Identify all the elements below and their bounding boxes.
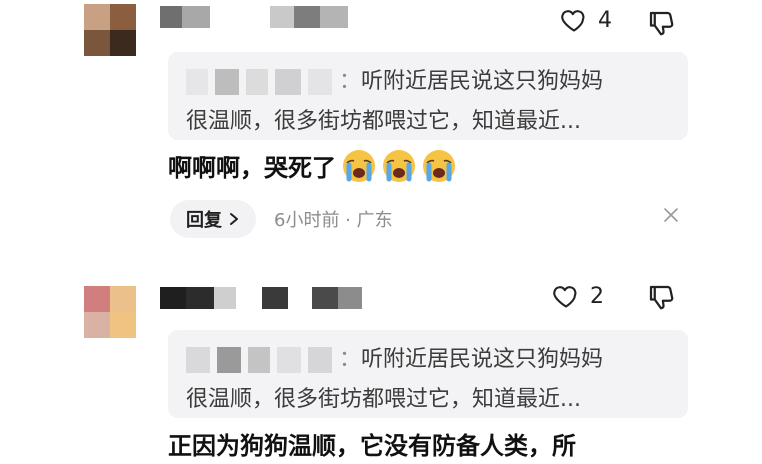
comment-item: 4 ：听附近居民说这只狗妈妈 很温顺，很多街坊都喂过它，知道最近... 啊啊啊，… bbox=[0, 0, 762, 270]
quote-line: 很温顺，很多街坊都喂过它，知道最近... bbox=[186, 109, 581, 134]
crying-face-emoji bbox=[423, 149, 455, 182]
crying-face-emoji bbox=[383, 149, 415, 182]
heart-outline-icon[interactable] bbox=[560, 6, 588, 34]
comment-text: 啊啊啊，哭死了 bbox=[168, 148, 456, 183]
close-icon[interactable] bbox=[662, 206, 680, 224]
reply-button[interactable]: 回复 bbox=[170, 200, 256, 238]
timestamp-location: 6小时前 · 广东 bbox=[274, 210, 393, 231]
quote-author-redacted bbox=[186, 347, 332, 373]
quoted-comment[interactable]: ：听附近居民说这只狗妈妈 很温顺，很多街坊都喂过它，知道最近... bbox=[168, 330, 688, 418]
chevron-right-icon bbox=[230, 213, 238, 225]
quote-line: ：听附近居民说这只狗妈妈 bbox=[186, 340, 670, 380]
crying-face-emoji bbox=[343, 149, 375, 182]
like-count: 4 bbox=[598, 7, 612, 33]
comment-text: 正因为狗狗温顺，它没有防备人类，所 bbox=[168, 432, 576, 460]
avatar[interactable] bbox=[84, 4, 136, 56]
thumbs-down-icon[interactable] bbox=[646, 8, 676, 38]
like-count: 2 bbox=[590, 283, 604, 309]
quote-separator: ： bbox=[339, 69, 362, 94]
quote-line: 很温顺，很多街坊都喂过它，知道最近... bbox=[186, 387, 581, 412]
comment-item: 2 ：听附近居民说这只狗妈妈 很温顺，很多街坊都喂过它，知道最近... 正因为狗… bbox=[0, 278, 762, 464]
quoted-comment[interactable]: ：听附近居民说这只狗妈妈 很温顺，很多街坊都喂过它，知道最近... bbox=[168, 52, 688, 140]
quote-separator: ： bbox=[339, 347, 362, 372]
quote-line: ：听附近居民说这只狗妈妈 bbox=[186, 62, 670, 102]
avatar[interactable] bbox=[84, 286, 136, 338]
like-group[interactable]: 2 bbox=[552, 282, 604, 310]
quote-author-redacted bbox=[186, 69, 332, 95]
heart-outline-icon[interactable] bbox=[552, 282, 580, 310]
comment-meta: 回复 6小时前 · 广东 bbox=[170, 200, 393, 238]
like-group[interactable]: 4 bbox=[560, 6, 612, 34]
thumbs-down-icon[interactable] bbox=[646, 282, 676, 312]
username-redacted[interactable] bbox=[160, 6, 348, 28]
username-redacted[interactable] bbox=[160, 287, 362, 309]
